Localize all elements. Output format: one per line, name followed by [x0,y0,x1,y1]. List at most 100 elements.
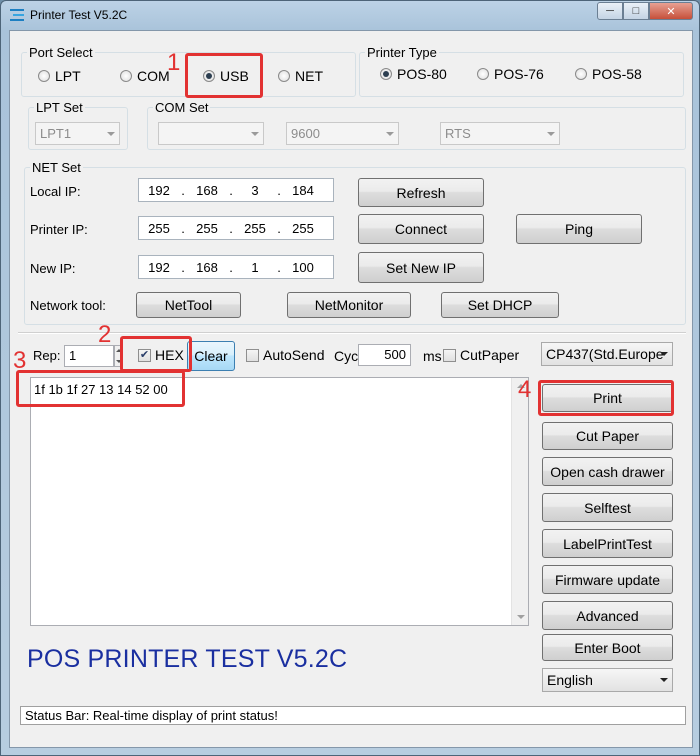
cutpaper-checkbox[interactable]: CutPaper [443,347,519,363]
netmonitor-button[interactable]: NetMonitor [287,292,411,318]
radio-indicator [120,70,132,82]
app-banner-title: POS PRINTER TEST V5.2C [27,645,348,673]
label-print-test-button[interactable]: LabelPrintTest [542,529,673,558]
annotation-box-hex [120,336,192,372]
local-ip-field[interactable]: 192. 168. 3. 184 [138,178,334,202]
flow-control-select[interactable]: RTS [440,122,560,145]
network-tool-label: Network tool: [30,298,106,313]
maximize-button[interactable]: □ [623,2,649,20]
radio-label: COM [137,68,170,84]
radio-label: LPT [55,68,81,84]
chevron-down-icon [386,132,394,136]
ip-octet: 192 [148,182,170,198]
ip-octet: 184 [292,182,314,198]
new-ip-label: New IP: [30,261,76,276]
port-select-legend: Port Select [29,45,93,60]
printer-ip-field[interactable]: 255. 255. 255. 255 [138,216,334,240]
select-value: CP437(Std.Europe [546,346,664,362]
codepage-select[interactable]: CP437(Std.Europe [541,342,673,366]
ip-octet: 255 [196,220,218,236]
printer-type-radio-pos58[interactable]: POS-58 [575,66,642,82]
window-title: Printer Test V5.2C [30,8,128,22]
radio-label: POS-58 [592,66,642,82]
ping-button[interactable]: Ping [516,214,642,244]
annotation-box-print [538,380,674,416]
firmware-update-button[interactable]: Firmware update [542,565,673,594]
editor-scrollbar[interactable] [511,378,528,625]
port-radio-net[interactable]: NET [278,68,323,84]
status-bar: Status Bar: Real-time display of print s… [20,706,686,725]
port-radio-com[interactable]: COM [120,68,170,84]
window-controls: ─ □ ✕ [597,2,693,20]
printer-app-icon [10,9,24,21]
autosend-checkbox[interactable]: AutoSend [246,347,325,363]
ip-octet: 255 [148,220,170,236]
radio-indicator [575,68,587,80]
app-window: Printer Test V5.2C ─ □ ✕ Port Select LPT… [0,0,700,756]
set-new-ip-button[interactable]: Set New IP [358,252,484,283]
chevron-down-icon [660,678,668,682]
nettool-button[interactable]: NetTool [136,292,241,318]
radio-indicator [477,68,489,80]
select-value: LPT1 [40,126,72,141]
printer-type-radio-pos76[interactable]: POS-76 [477,66,544,82]
annotation-box-usb [185,53,263,98]
annotation-number-2: 2 [98,321,112,348]
lpt-port-select[interactable]: LPT1 [35,122,120,145]
ms-unit-label: ms [423,348,442,364]
advanced-button[interactable]: Advanced [542,601,673,630]
port-radio-lpt[interactable]: LPT [38,68,81,84]
checkbox-label: CutPaper [460,347,520,363]
title-bar[interactable]: Printer Test V5.2C ─ □ ✕ [1,1,699,29]
net-set-legend: NET Set [32,160,81,175]
local-ip-label: Local IP: [30,184,81,199]
radio-indicator [38,70,50,82]
printer-type-legend: Printer Type [367,45,437,60]
divider [18,332,686,334]
connect-button[interactable]: Connect [358,214,484,244]
annotation-number-3: 3 [13,347,27,374]
language-select[interactable]: English [542,668,673,692]
printer-ip-label: Printer IP: [30,222,88,237]
enter-boot-button[interactable]: Enter Boot [542,634,673,661]
baud-rate-select[interactable]: 9600 [286,122,399,145]
ip-octet: 100 [292,259,314,275]
ip-octet: 255 [244,220,266,236]
printer-type-radio-pos80[interactable]: POS-80 [380,66,447,82]
checkbox-box [246,348,259,362]
refresh-button[interactable]: Refresh [358,178,484,207]
cut-paper-button[interactable]: Cut Paper [542,422,673,450]
set-dhcp-button[interactable]: Set DHCP [441,292,559,318]
repeat-count-input[interactable]: 1 [64,345,114,367]
ip-octet: 1 [251,259,259,275]
minimize-button[interactable]: ─ [597,2,623,20]
hex-data-editor[interactable]: 1f 1b 1f 27 13 14 52 00 [30,377,529,626]
selftest-button[interactable]: Selftest [542,493,673,522]
main-panel: Port Select LPT COM USB NET Printer Type… [9,30,693,748]
cycle-label: Cyc [334,348,359,364]
cycle-ms-input[interactable]: 500 [358,344,411,366]
close-button[interactable]: ✕ [649,2,693,20]
annotation-number-1: 1 [167,49,181,76]
select-value: 9600 [291,126,320,141]
chevron-down-icon [251,132,259,136]
select-value: RTS [445,126,471,141]
radio-label: POS-80 [397,66,447,82]
com-port-select[interactable] [158,122,264,145]
scroll-down-icon[interactable] [517,615,525,619]
radio-indicator [278,70,290,82]
radio-label: NET [295,68,323,84]
open-cash-drawer-button[interactable]: Open cash drawer [542,457,673,486]
new-ip-field[interactable]: 192. 168. 1. 100 [138,255,334,279]
ip-octet: 3 [251,182,259,198]
chevron-down-icon [107,132,115,136]
select-value: English [547,672,593,688]
radio-label: POS-76 [494,66,544,82]
annotation-number-4: 4 [518,376,532,403]
clear-button[interactable]: Clear [187,341,235,371]
annotation-box-data [16,370,185,407]
chevron-down-icon [660,352,668,356]
checkbox-label: AutoSend [263,347,325,363]
lpt-set-legend: LPT Set [36,100,83,115]
ip-octet: 192 [148,259,170,275]
